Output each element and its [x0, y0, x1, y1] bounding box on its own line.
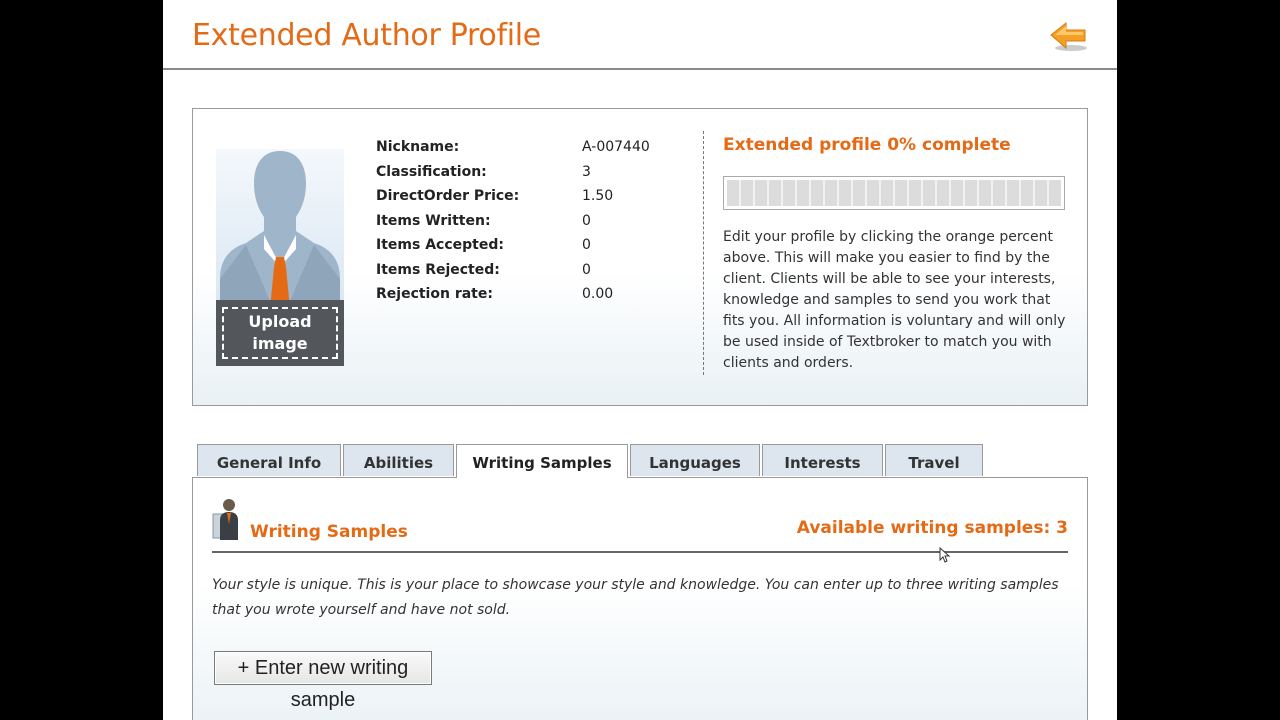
writing-samples-panel: Writing Samples Available writing sample… [192, 477, 1088, 720]
page-header: Extended Author Profile [163, 0, 1117, 70]
stat-label: Rejection rate: [376, 286, 493, 302]
stat-label: Nickname: [376, 139, 460, 155]
stat-label: Items Accepted: [376, 237, 504, 253]
avatar: Upload image [216, 149, 344, 366]
tab-abilities[interactable]: Abilities [343, 444, 454, 476]
stat-value: 0 [582, 237, 591, 253]
profile-page: Extended Author Profile Upload image Nic… [163, 0, 1117, 720]
enter-writing-sample-button[interactable]: + Enter new writing sample [214, 651, 432, 711]
profile-description: Edit your profile by clicking the orange… [723, 229, 1066, 371]
tab-travel[interactable]: Travel [885, 444, 983, 476]
profile-summary-box: Upload image Nickname: A-007440 Classifi… [192, 108, 1088, 406]
stat-label: DirectOrder Price: [376, 188, 520, 204]
upload-image-button[interactable]: Upload image [216, 300, 344, 366]
stat-value: 0.00 [582, 286, 614, 302]
author-icon [212, 499, 238, 540]
writing-samples-title: Writing Samples [250, 522, 408, 542]
profile-complete-title[interactable]: Extended profile 0% complete [723, 135, 1011, 155]
tab-interests[interactable]: Interests [762, 444, 883, 476]
page-title: Extended Author Profile [192, 18, 541, 53]
vertical-divider [703, 131, 704, 375]
stat-label: Classification: [376, 164, 487, 180]
stat-label: Items Written: [376, 213, 491, 229]
profile-progress-bar[interactable] [723, 176, 1065, 210]
stat-value: 3 [582, 164, 591, 180]
upload-image-label: Upload image [248, 312, 312, 353]
stat-value: 0 [582, 262, 591, 278]
stat-label: Items Rejected: [376, 262, 500, 278]
stat-value: 1.50 [582, 188, 614, 204]
mouse-cursor-icon [939, 547, 951, 563]
writing-samples-description: Your style is unique. This is your place… [212, 577, 1059, 618]
stat-value: A-007440 [582, 139, 650, 155]
available-samples-count: Available writing samples: 3 [796, 518, 1068, 538]
tab-languages[interactable]: Languages [630, 444, 760, 476]
tab-general-info[interactable]: General Info [197, 444, 341, 476]
stat-value: 0 [582, 213, 591, 229]
tab-writing-samples[interactable]: Writing Samples [456, 444, 628, 478]
left-arrow-icon[interactable] [1049, 20, 1089, 54]
